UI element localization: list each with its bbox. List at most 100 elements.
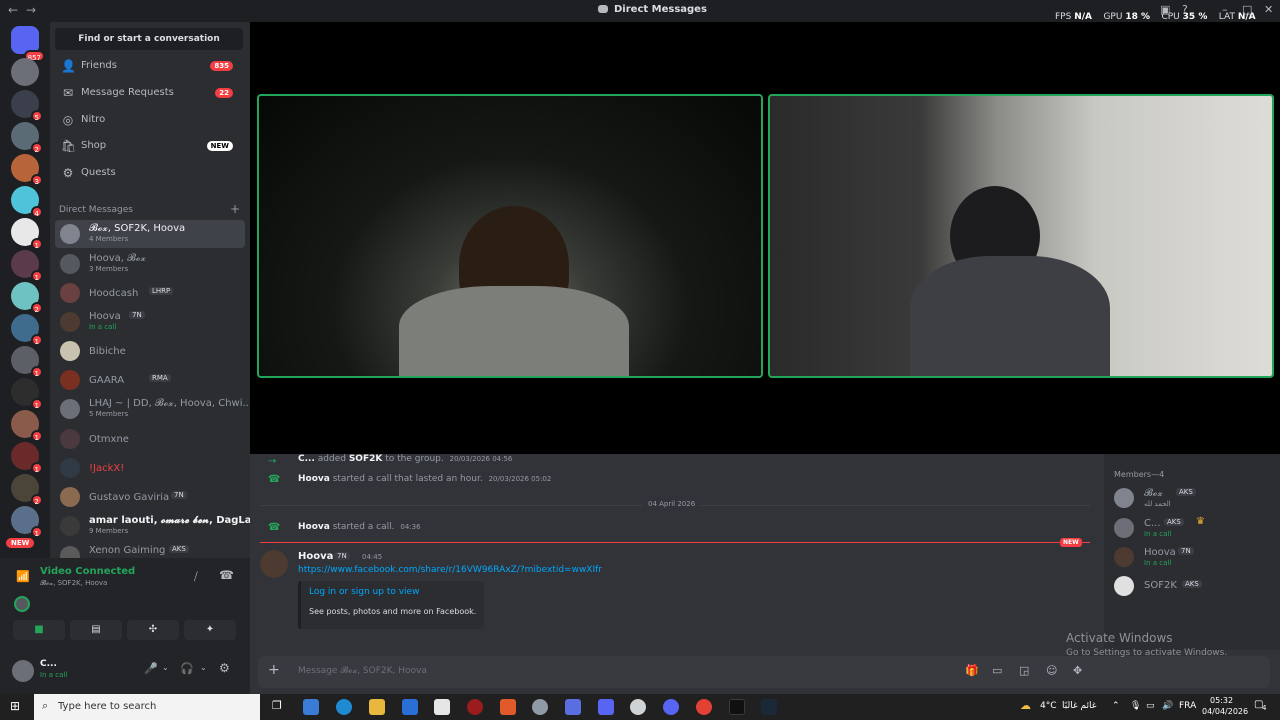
mail-app-icon[interactable] — [402, 699, 418, 715]
avatar[interactable] — [12, 660, 34, 682]
create-dm-icon[interactable]: + — [230, 202, 240, 216]
sticker-icon[interactable]: ◲ — [1019, 664, 1029, 677]
server-icon[interactable]: 1 — [11, 314, 43, 346]
store-icon[interactable] — [434, 699, 450, 715]
headset-icon[interactable]: 🎧 — [180, 662, 194, 675]
app-icon[interactable] — [532, 699, 548, 715]
server-icon[interactable]: 1 — [11, 378, 43, 410]
edge-icon[interactable] — [336, 699, 352, 715]
message-input[interactable]: Message 𝓑𝓸𝔁, SOF2K, Hoova — [298, 666, 427, 676]
server-icon[interactable]: 1 — [11, 410, 43, 442]
server-icon[interactable] — [11, 58, 39, 86]
gear-icon[interactable]: ⚙ — [219, 661, 230, 675]
nav-friends[interactable]: 👤 Friends 835 — [55, 54, 243, 78]
server-icon[interactable]: 3 — [11, 154, 43, 186]
noise-suppression-icon[interactable]: ⧸ — [194, 570, 198, 584]
task-view-icon[interactable]: ❐ — [272, 699, 282, 712]
network-icon[interactable]: ▭ — [1146, 701, 1155, 711]
emoji-icon[interactable]: ☺ — [1046, 664, 1057, 677]
server-icon[interactable]: 2 — [11, 474, 43, 506]
file-explorer-icon[interactable] — [369, 699, 385, 715]
video-tile[interactable] — [257, 94, 763, 378]
avatar[interactable] — [260, 550, 288, 578]
add-attachment-icon[interactable]: + — [268, 662, 280, 678]
discord-taskbar-icon[interactable] — [663, 699, 679, 715]
inbox-icon[interactable]: ▣ — [1160, 3, 1170, 16]
nav-quests[interactable]: ⚙ Quests — [55, 161, 243, 185]
message-author[interactable]: Hoova — [298, 551, 333, 562]
nav-nitro[interactable]: ◎ Nitro — [55, 108, 243, 132]
dm-item[interactable]: !JackX! — [55, 454, 245, 482]
home-button[interactable]: 857 — [11, 26, 45, 62]
close-icon[interactable]: ✕ — [1264, 3, 1273, 16]
dm-item[interactable]: Hoova 7N In a call — [55, 308, 245, 336]
clock-time[interactable]: 05:32 — [1210, 696, 1233, 705]
dm-item[interactable]: Gustavo Gaviria 7N — [55, 483, 245, 511]
message-author[interactable]: Hoova — [298, 522, 330, 532]
brave-icon[interactable] — [500, 699, 516, 715]
nav-message-requests[interactable]: ✉ Message Requests 22 — [55, 81, 243, 105]
dm-item[interactable]: Hoodcash LHRP — [55, 279, 245, 307]
message-author[interactable]: Hoova — [298, 474, 330, 484]
terminal-icon[interactable] — [729, 699, 745, 715]
copilot-icon[interactable] — [303, 699, 319, 715]
dm-item[interactable]: GAARA RMA — [55, 366, 245, 394]
server-icon[interactable]: 1 — [11, 218, 43, 250]
dm-item[interactable]: LHAJ ~ | DD, 𝓑𝓸𝔁, Hoova, Chwi... 5 Membe… — [55, 395, 252, 423]
server-icon[interactable]: 2 — [11, 282, 43, 314]
member-item[interactable]: C... AKS ♛ In a call — [1114, 516, 1274, 540]
message-link[interactable]: https://www.facebook.com/share/r/16VW96R… — [298, 565, 602, 575]
server-icon[interactable]: 1 — [11, 506, 43, 538]
embed-title[interactable]: Log in or sign up to view — [309, 587, 419, 597]
new-unreads-pill[interactable]: NEW — [6, 538, 35, 548]
maximize-icon[interactable]: □ — [1242, 3, 1252, 16]
app-icon[interactable] — [565, 699, 581, 715]
message-target[interactable]: SOF2K — [349, 454, 383, 464]
server-icon[interactable]: 4 — [11, 186, 43, 218]
chevron-up-icon[interactable]: ⌃ — [1112, 701, 1120, 711]
steam-icon[interactable] — [761, 699, 777, 715]
discord-taskbar-icon[interactable] — [598, 699, 614, 715]
app-icon[interactable] — [467, 699, 483, 715]
voice-channel[interactable]: 𝓑𝓸𝔁, SOF2K, Hoova — [40, 579, 107, 588]
clock-date[interactable]: 04/04/2026 — [1202, 707, 1248, 716]
forward-arrow-icon[interactable]: → — [26, 3, 36, 17]
dm-item[interactable]: Hoova, 𝓑𝓸𝔁 3 Members — [55, 250, 245, 278]
disconnect-icon[interactable]: ☎ — [219, 568, 234, 582]
dm-item[interactable]: amar laouti, 𝓸𝓶𝓪𝓻𝓮 𝓫𝓮𝓷, DagLa,... 9 Memb… — [55, 512, 267, 540]
find-conversation-button[interactable]: Find or start a conversation — [55, 28, 243, 50]
apps-icon[interactable]: ✥ — [1073, 664, 1082, 677]
member-item[interactable]: 𝓑𝓸𝔁 AKS الحمد لله — [1114, 486, 1274, 510]
video-tile[interactable] — [768, 94, 1274, 378]
server-icon[interactable]: 5 — [11, 90, 43, 122]
language-indicator[interactable]: FRA — [1179, 701, 1196, 711]
microphone-icon[interactable]: 🎤 — [144, 662, 158, 675]
server-icon[interactable]: 1 — [11, 346, 43, 378]
screenshare-button[interactable]: ▤ — [70, 620, 122, 640]
windows-start-icon[interactable]: ⊞ — [10, 699, 20, 713]
nav-shop[interactable]: 🛍 Shop NEW — [55, 134, 243, 158]
back-arrow-icon[interactable]: ← — [8, 3, 18, 17]
microphone-tray-icon[interactable]: 🎙 — [1130, 701, 1141, 711]
activities-button[interactable]: ✣ — [127, 620, 179, 640]
weather-temp[interactable]: 4°C — [1040, 701, 1057, 711]
dm-item[interactable]: 𝓑𝓸𝔁, SOF2K, Hoova 4 Members — [55, 220, 245, 248]
dm-item[interactable]: Xenon Gaiming AKS — [55, 542, 245, 558]
gif-icon[interactable]: ▭ — [992, 664, 1002, 677]
volume-icon[interactable]: 🔊 — [1162, 701, 1173, 711]
server-icon[interactable]: 2 — [11, 122, 43, 154]
help-icon[interactable]: ? — [1182, 3, 1188, 16]
member-item[interactable]: Hoova 7N In a call — [1114, 545, 1274, 569]
minimize-icon[interactable]: – — [1222, 3, 1228, 16]
message-author[interactable]: C... — [298, 454, 315, 464]
chrome-icon[interactable] — [696, 699, 712, 715]
chevron-down-icon[interactable]: ⌄ — [200, 663, 207, 672]
chevron-down-icon[interactable]: ⌄ — [162, 663, 169, 672]
taskbar-search[interactable]: ⌕ Type here to search — [34, 694, 260, 720]
server-icon[interactable]: 1 — [11, 250, 43, 282]
member-item[interactable]: SOF2K AKS — [1114, 574, 1274, 598]
dm-item[interactable]: Otmxne — [55, 425, 245, 453]
app-icon[interactable] — [630, 699, 646, 715]
video-button[interactable]: ■ — [13, 620, 65, 640]
gift-icon[interactable]: 🎁 — [965, 664, 979, 677]
